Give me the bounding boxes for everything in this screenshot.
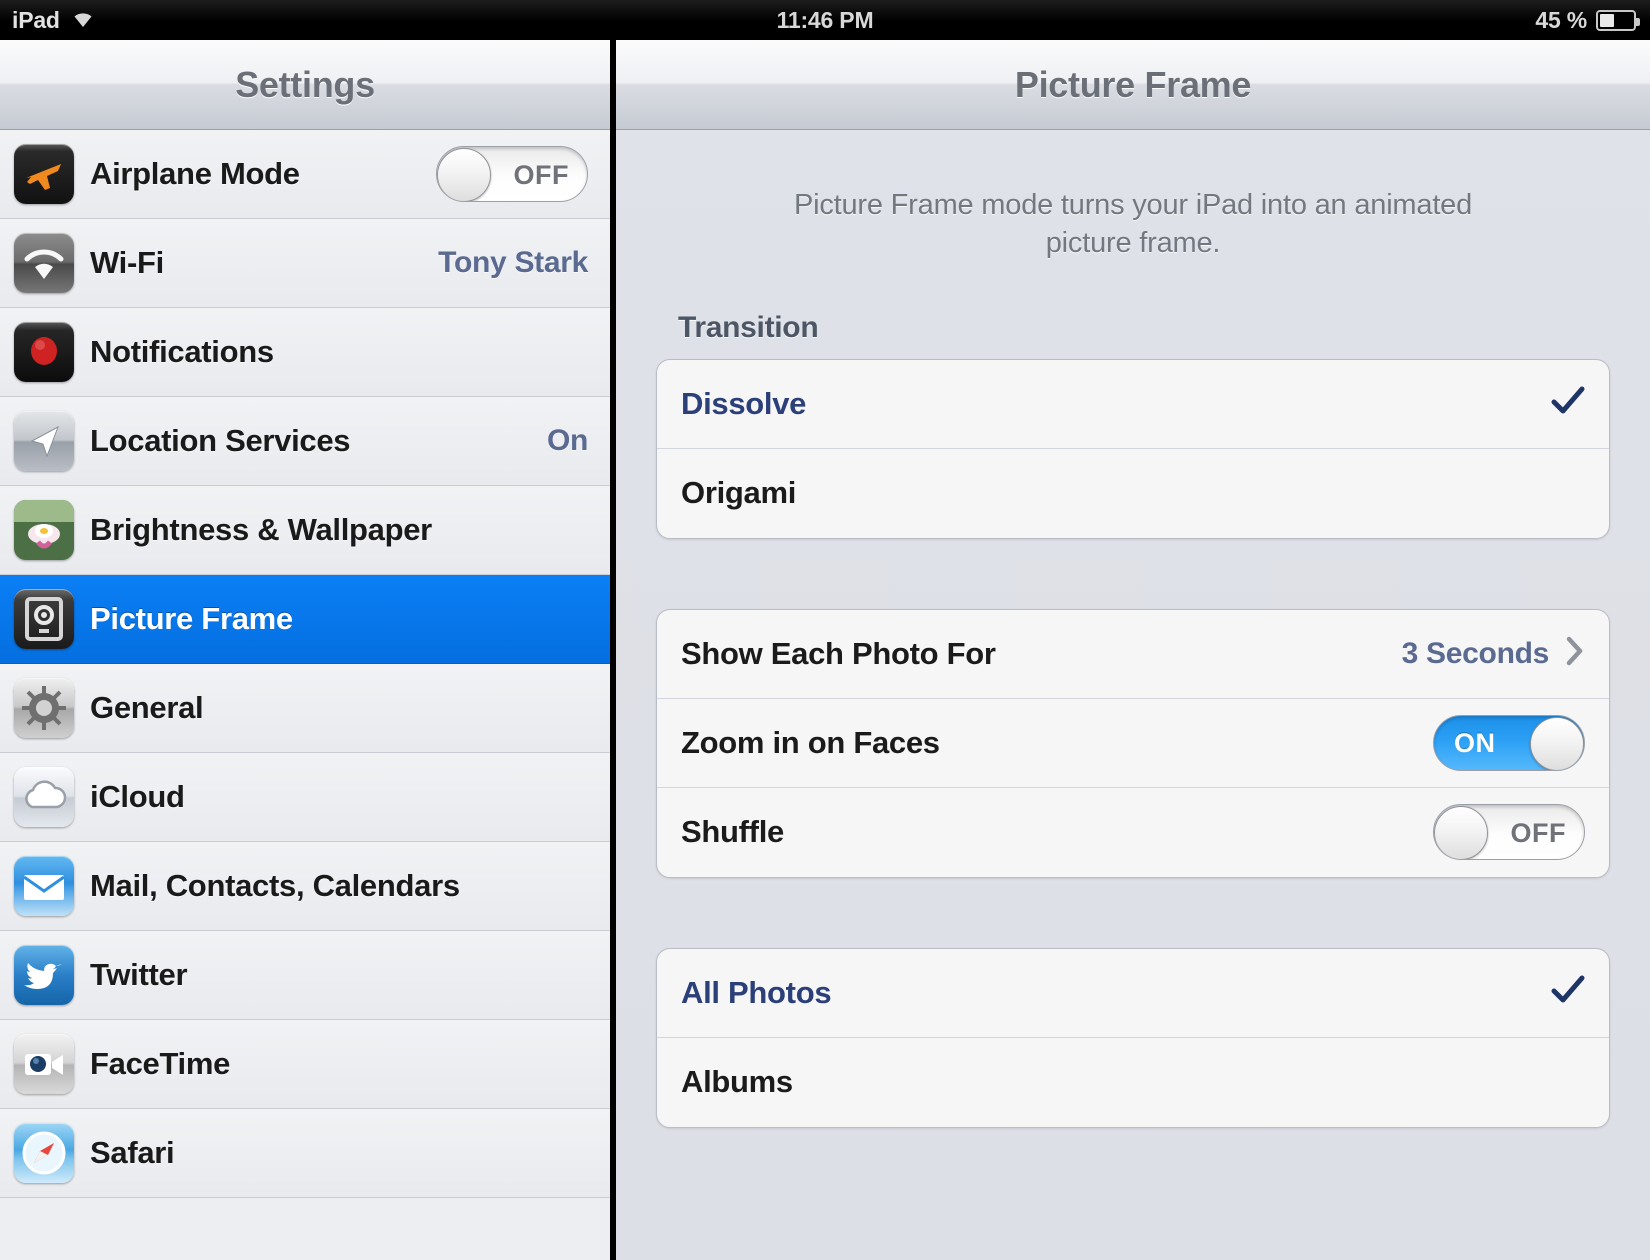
safari-compass-icon (14, 1123, 74, 1183)
settings-list: Airplane Mode OFF Wi-Fi Tony Stark Notificat… (0, 130, 610, 1198)
picture-frame-detail-pane: Picture Frame Picture Frame mode turns y… (616, 40, 1650, 1260)
transition-section-header: Transition (678, 310, 819, 344)
wifi-signal-icon (14, 233, 74, 293)
photo-source-label: All Photos (681, 974, 832, 1010)
location-arrow-icon (14, 411, 74, 471)
sidebar-item-twitter[interactable]: Twitter (0, 931, 610, 1020)
toggle-knob[interactable] (437, 148, 491, 201)
detail-navbar: Picture Frame (616, 40, 1650, 130)
sidebar-item-facetime[interactable]: FaceTime (0, 1020, 610, 1109)
status-bar: iPad 11:46 PM 45 % (0, 0, 1650, 40)
airplane-icon (14, 144, 74, 204)
twitter-bird-icon (14, 945, 74, 1005)
transition-option-label: Origami (681, 475, 797, 511)
device-name-label: iPad (12, 6, 60, 33)
picture-frame-description: Picture Frame mode turns your iPad into … (793, 189, 1473, 260)
photo-source-accessory (1551, 975, 1585, 1010)
sidebar-item-label: Location Services (90, 423, 351, 458)
sidebar-item-label: Airplane Mode (90, 156, 300, 191)
sidebar-item-airplane-mode[interactable]: Airplane Mode OFF (0, 130, 610, 219)
checkmark-icon (1551, 975, 1585, 1010)
sidebar-item-wi-fi[interactable]: Wi-Fi Tony Stark (0, 219, 610, 308)
setting-row-label: Show Each Photo For (681, 635, 996, 671)
toggle-state-label: OFF (1510, 817, 1566, 848)
setting-row-shuffle[interactable]: Shuffle OFF (657, 788, 1609, 877)
transition-option-label: Dissolve (681, 385, 807, 421)
photo-source-albums[interactable]: Albums (657, 1038, 1609, 1127)
setting-row-label: Shuffle (681, 814, 784, 850)
settings-sidebar-pane: Settings Airplane Mode OFF Wi-Fi Tony Stark… (0, 40, 613, 1260)
detail-title: Picture Frame (1014, 63, 1252, 105)
clock-label: 11:46 PM (776, 6, 874, 33)
battery-percent-label: 45 % (1535, 6, 1587, 33)
notifications-icon (14, 322, 74, 382)
photo-source-all-photos[interactable]: All Photos (657, 949, 1609, 1038)
detail-body: Picture Frame mode turns your iPad into … (616, 186, 1650, 1128)
setting-row-accessory: 3 Seconds (1402, 635, 1585, 672)
status-bar-right: 45 % (1535, 0, 1640, 40)
wifi-icon (70, 7, 96, 34)
picture-frame-icon (14, 589, 74, 649)
cloud-icon (14, 767, 74, 827)
facetime-camera-icon (14, 1034, 74, 1094)
sidebar-item-notifications[interactable]: Notifications (0, 308, 610, 397)
toggle-state-label: ON (1454, 728, 1496, 759)
photo-source-label: Albums (681, 1064, 793, 1100)
sidebar-item-label: Mail, Contacts, Calendars (90, 868, 460, 903)
transition-option-accessory (1551, 386, 1585, 421)
photo-settings-group: Show Each Photo For 3 Seconds Zoom in on F… (656, 608, 1610, 878)
sidebar-title: Settings (235, 63, 375, 105)
flower-wallpaper-icon (14, 500, 74, 560)
toggle-shuffle[interactable]: OFF (1433, 804, 1585, 861)
transition-options-group: Dissolve Origami (656, 358, 1610, 539)
chevron-right-icon (1565, 635, 1585, 672)
sidebar-item-label: iCloud (90, 779, 185, 814)
sidebar-item-safari[interactable]: Safari (0, 1109, 610, 1198)
sidebar-item-value: Tony Stark (438, 246, 588, 279)
toggle-knob[interactable] (1434, 806, 1488, 860)
gear-icon (14, 678, 74, 738)
sidebar-item-label: Notifications (90, 334, 274, 369)
transition-option-dissolve[interactable]: Dissolve (657, 360, 1609, 449)
sidebar-item-icloud[interactable]: iCloud (0, 753, 610, 842)
sidebar-item-label: Brightness & Wallpaper (90, 512, 432, 547)
sidebar-item-general[interactable]: General (0, 664, 610, 753)
toggle-state-label: OFF (513, 159, 569, 190)
sidebar-item-location-services[interactable]: Location Services On (0, 397, 610, 486)
sidebar-item-label: Safari (90, 1135, 175, 1170)
sidebar-item-value: On (546, 424, 588, 457)
toggle-knob[interactable] (1530, 716, 1584, 770)
photo-source-group: All Photos Albums (656, 947, 1610, 1128)
setting-row-accessory: ON (1433, 714, 1585, 771)
sidebar-item-brightness-wallpaper[interactable]: Brightness & Wallpaper (0, 486, 610, 575)
toggle-zoom-in-on-faces[interactable]: ON (1433, 714, 1585, 771)
checkmark-icon (1551, 386, 1585, 421)
sidebar-item-picture-frame[interactable]: Picture Frame (0, 575, 610, 664)
transition-option-origami[interactable]: Origami (657, 449, 1609, 538)
setting-row-show-each-photo-for[interactable]: Show Each Photo For 3 Seconds (657, 610, 1609, 699)
setting-row-value: 3 Seconds (1401, 636, 1550, 670)
toggle-airplane-mode[interactable]: OFF (436, 146, 588, 202)
setting-row-label: Zoom in on Faces (681, 724, 940, 760)
sidebar-item-mail-contacts-calendars[interactable]: Mail, Contacts, Calendars (0, 842, 610, 931)
sidebar-item-label: FaceTime (90, 1046, 231, 1081)
setting-row-accessory: OFF (1433, 804, 1585, 861)
setting-row-zoom-in-on-faces[interactable]: Zoom in on Faces ON (657, 699, 1609, 788)
status-bar-center: 11:46 PM (0, 0, 1650, 40)
sidebar-item-label: Twitter (90, 957, 188, 992)
mail-envelope-icon (14, 856, 74, 916)
sidebar-item-label: General (90, 690, 204, 725)
sidebar-navbar: Settings (0, 40, 610, 130)
status-bar-left: iPad (0, 7, 96, 34)
sidebar-item-label: Picture Frame (90, 601, 293, 636)
battery-icon (1596, 9, 1640, 31)
sidebar-item-label: Wi-Fi (90, 245, 164, 280)
